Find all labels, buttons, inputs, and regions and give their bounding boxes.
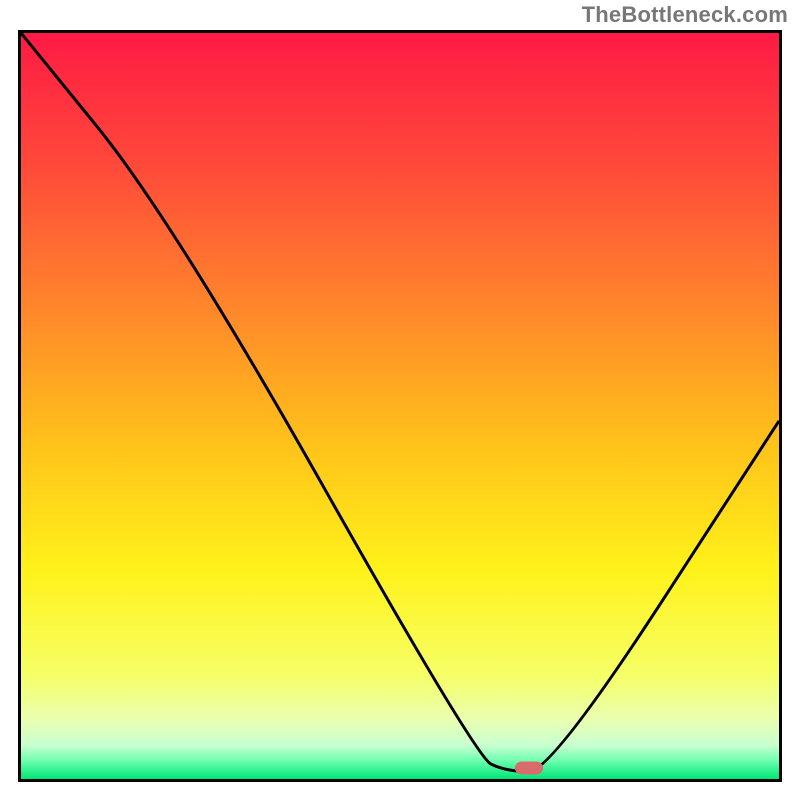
watermark-text: TheBottleneck.com — [582, 2, 788, 28]
bottleneck-curve — [21, 33, 779, 772]
chart-container: TheBottleneck.com — [0, 0, 800, 800]
optimal-marker — [515, 761, 543, 774]
plot-frame — [18, 30, 782, 782]
curve-layer — [21, 33, 779, 779]
